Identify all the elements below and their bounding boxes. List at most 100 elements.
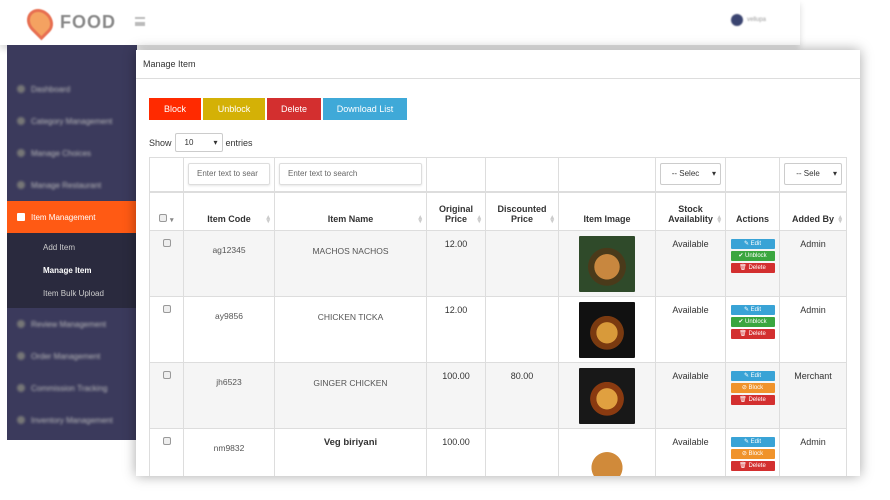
show-label: Show <box>149 137 172 148</box>
sidebar-item-review[interactable]: Review Management <box>7 308 137 340</box>
sidebar-item-inventory[interactable]: Inventory Management <box>7 404 137 436</box>
discounted-price <box>485 230 559 297</box>
block-button[interactable]: Block <box>149 98 201 120</box>
toggle-block-button[interactable]: ⊘ Block <box>730 383 775 393</box>
top-bar: FOOD vellupa <box>0 0 800 45</box>
location-pin-icon <box>21 3 59 41</box>
sidebar-item-commission[interactable]: Commission Tracking <box>7 372 137 404</box>
table-row: nm9832 Veg biriyani 100.00 Available ✎ E… <box>149 428 847 476</box>
added-by-filter-select[interactable]: -- Sele <box>784 163 842 186</box>
submenu-bulk-upload[interactable]: Item Bulk Upload <box>7 282 137 305</box>
col-discounted-price[interactable]: Discounted Price ▴ ▾ <box>485 190 559 231</box>
logo-text: FOOD <box>60 11 116 32</box>
table-row: ag12345 MACHOS NACHOS 12.00 Available ✎ … <box>149 230 847 297</box>
stock-availability: Available <box>655 296 726 363</box>
label: Item Name <box>327 214 374 224</box>
col-stock[interactable]: Stock Availablity ▴ ▾ <box>655 190 726 231</box>
sidebar-item-category[interactable]: Category Management <box>7 105 137 137</box>
page-length: Show 10 entries <box>149 133 253 152</box>
thumb-icon <box>17 149 25 157</box>
item-name: GINGER CHICKEN <box>274 362 427 429</box>
toggle-block-button[interactable]: ⊘ Block <box>730 449 775 459</box>
row-checkbox[interactable] <box>162 305 171 313</box>
unblock-button[interactable]: Unblock <box>203 98 265 120</box>
item-name: Veg biriyani <box>274 428 427 476</box>
edit-button[interactable]: ✎ Edit <box>730 305 775 315</box>
sidebar-item-restaurant[interactable]: Manage Restaurant <box>7 169 137 201</box>
download-list-button[interactable]: Download List <box>323 98 407 120</box>
item-image-cell <box>558 362 656 429</box>
actions-cell: ✎ Edit ⊘ Block 🗑 Delete <box>725 428 780 476</box>
stock-filter-select[interactable]: -- Selec <box>660 163 721 186</box>
page-length-select[interactable]: 10 <box>174 133 223 152</box>
discounted-price <box>485 296 559 363</box>
row-select-cell <box>149 296 184 363</box>
sidebar-item-choices[interactable]: Manage Choices <box>7 137 137 169</box>
col-item-image: Item Image <box>558 190 656 231</box>
item-code: nm9832 <box>183 428 275 476</box>
filter-row: Enter text to sear Enter text to search … <box>149 157 847 192</box>
col-original-price[interactable]: Original Price ▴ ▾ <box>426 190 486 231</box>
list-icon <box>17 213 25 221</box>
filter-cell: -- Selec <box>655 157 726 192</box>
filter-cell: Enter text to sear <box>183 157 275 192</box>
row-checkbox[interactable] <box>162 437 171 445</box>
edit-button[interactable]: ✎ Edit <box>730 239 775 249</box>
delete-button[interactable]: Delete <box>267 98 321 120</box>
col-item-code[interactable]: Item Code ▴ ▾ <box>183 190 275 231</box>
submenu: Add Item Manage Item Item Bulk Upload <box>7 233 137 308</box>
sidebar-item-dashboard[interactable]: Dashboard <box>7 73 137 105</box>
item-code: ay9856 <box>183 296 275 363</box>
order-icon <box>17 352 25 360</box>
table-row: ay9856 CHICKEN TICKA 12.00 Available ✎ E… <box>149 296 847 363</box>
filter-cell <box>558 157 656 192</box>
item-name-filter[interactable]: Enter text to search <box>279 163 422 186</box>
toggle-block-button[interactable]: ✔ Unblock <box>730 251 775 261</box>
row-checkbox[interactable] <box>162 371 171 379</box>
item-image <box>579 434 635 476</box>
items-table: Enter text to sear Enter text to search … <box>149 157 847 476</box>
select-all-checkbox[interactable] <box>159 214 168 222</box>
stock-availability: Available <box>655 362 726 429</box>
home-icon <box>17 85 25 93</box>
label: Item Management <box>31 212 96 222</box>
toggle-block-button[interactable]: ✔ Unblock <box>730 317 775 327</box>
caret-down-icon[interactable]: ▾ <box>170 217 174 224</box>
row-delete-button[interactable]: 🗑 Delete <box>730 329 775 339</box>
col-item-name[interactable]: Item Name ▴ ▾ <box>274 190 427 231</box>
label: Inventory Management <box>31 415 113 425</box>
label: Order Management <box>31 351 101 361</box>
label: Manage Choices <box>31 148 92 158</box>
sidebar-item-item-management[interactable]: Item Management <box>7 201 137 233</box>
item-image <box>579 302 635 358</box>
sort-icon: ▴ ▾ <box>477 214 481 225</box>
edit-button[interactable]: ✎ Edit <box>730 437 775 447</box>
sidebar: Dashboard Category Management Manage Cho… <box>7 45 137 440</box>
row-select-cell <box>149 362 184 429</box>
menu-toggle-icon[interactable] <box>135 17 145 26</box>
stock-availability: Available <box>655 230 726 297</box>
discounted-price <box>485 428 559 476</box>
added-by: Admin <box>779 230 847 297</box>
stock-availability: Available <box>655 428 726 476</box>
row-delete-button[interactable]: 🗑 Delete <box>730 461 775 471</box>
row-checkbox[interactable] <box>162 239 171 247</box>
panel-title: Manage Item <box>136 50 860 79</box>
original-price: 12.00 <box>426 230 486 297</box>
filter-cell: Enter text to search <box>274 157 427 192</box>
col-actions: Actions <box>725 190 780 231</box>
item-code-filter[interactable]: Enter text to sear <box>188 163 270 186</box>
sort-icon: ▴ ▾ <box>418 214 422 225</box>
user-menu[interactable]: vellupa <box>731 14 766 26</box>
submenu-add-item[interactable]: Add Item <box>7 236 137 259</box>
submenu-manage-item[interactable]: Manage Item <box>7 259 137 282</box>
label: Review Management <box>31 319 107 329</box>
row-delete-button[interactable]: 🗑 Delete <box>730 263 775 273</box>
edit-button[interactable]: ✎ Edit <box>730 371 775 381</box>
col-added-by[interactable]: Added By ▴ ▾ <box>779 190 847 231</box>
row-select-cell <box>149 428 184 476</box>
sidebar-item-order[interactable]: Order Management <box>7 340 137 372</box>
row-delete-button[interactable]: 🗑 Delete <box>730 395 775 405</box>
actions-cell: ✎ Edit ✔ Unblock 🗑 Delete <box>725 230 780 297</box>
label: Discounted Price <box>497 204 547 224</box>
